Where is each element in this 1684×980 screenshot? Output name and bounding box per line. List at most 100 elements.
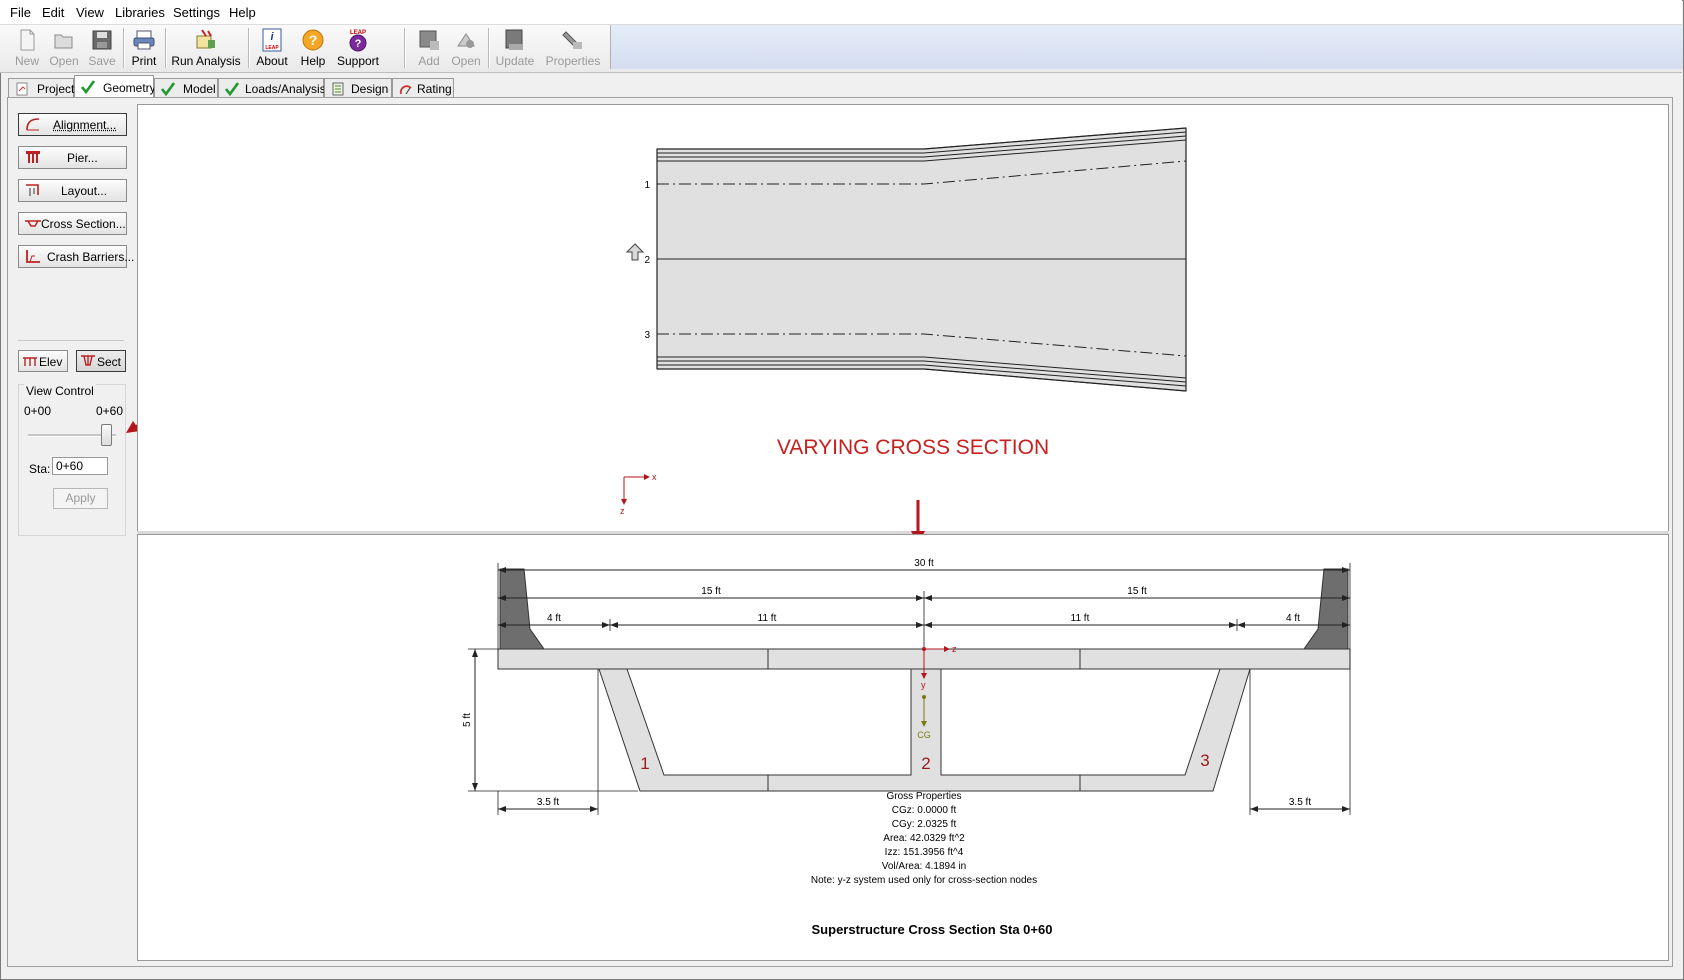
toolbar-separator xyxy=(165,28,167,68)
rating-gauge-icon xyxy=(399,85,412,95)
cross-section-panel[interactable]: 30 ft 15 ft 15 ft 4 ft 11 ft 11 ft 4 ft … xyxy=(137,534,1669,961)
section-axis-z-label: z xyxy=(952,644,957,654)
apply-button[interactable]: Apply xyxy=(53,488,108,509)
elevation-icon xyxy=(23,357,37,366)
crash-barriers-label: Crash Barriers... xyxy=(47,250,135,264)
menu-settings[interactable]: Settings xyxy=(173,5,220,20)
plan-view-drawing: 1 2 3 VARYING CROSS SECTION x z xyxy=(620,127,1187,516)
run-analysis-label: Run Analysis xyxy=(171,54,241,68)
dim-right-overhang-label: 4 ft xyxy=(1286,613,1300,624)
new-label: New xyxy=(14,54,39,68)
svg-text:?: ? xyxy=(309,32,318,48)
help-button[interactable]: ? Help xyxy=(296,26,330,70)
gross-properties-block: Gross Properties CGz: 0.0000 ft CGy: 2.0… xyxy=(811,791,1037,886)
tab-rating[interactable]: Rating xyxy=(392,78,454,97)
update-button[interactable]: Update xyxy=(492,26,538,70)
update-label: Update xyxy=(495,54,535,68)
about-label: About xyxy=(256,54,288,68)
pier-label: Pier... xyxy=(67,151,98,165)
property-izz: Izz: 151.3956 ft^4 xyxy=(885,847,964,858)
layout-label: Layout... xyxy=(61,184,108,198)
about-button[interactable]: i LEAP About xyxy=(252,26,292,70)
open2-label: Open xyxy=(451,54,481,68)
design-icon xyxy=(332,82,344,96)
dim-half-left-label: 15 ft xyxy=(701,586,721,597)
tab-loads-analysis-label: Loads/Analysis xyxy=(245,82,326,96)
plan-view-title: VARYING CROSS SECTION xyxy=(777,436,1049,459)
menu-bar: File Edit View Libraries Settings Help xyxy=(0,0,1682,25)
add-button[interactable]: Add xyxy=(412,26,446,70)
station-max-label: 0+60 xyxy=(96,404,124,418)
layout-button[interactable]: Layout... xyxy=(18,179,127,202)
property-cgz: CGz: 0.0000 ft xyxy=(892,805,957,816)
menu-file[interactable]: File xyxy=(10,5,31,20)
dim-bottom-right-label: 3.5 ft xyxy=(1289,797,1311,808)
station-input[interactable] xyxy=(52,457,108,475)
run-analysis-button[interactable]: Run Analysis xyxy=(168,26,244,70)
properties-label: Properties xyxy=(545,54,601,68)
dim-left-lane-label: 11 ft xyxy=(758,613,777,624)
toolbar: New Open Save Print Run Analysis i LEAP A… xyxy=(0,25,1683,73)
toolbar-separator xyxy=(123,28,125,68)
alignment-button[interactable]: Alignment... xyxy=(18,113,127,136)
cross-section-button[interactable]: Cross Section... xyxy=(18,212,127,235)
support-label: Support xyxy=(336,54,380,68)
run-analysis-icon xyxy=(196,29,215,49)
section-caption: Superstructure Cross Section Sta 0+60 xyxy=(812,922,1053,937)
girder-label-1: 1 xyxy=(644,180,650,191)
check-icon xyxy=(161,82,175,96)
properties-heading: Gross Properties xyxy=(886,791,961,802)
plan-view-panel[interactable]: 1 2 3 VARYING CROSS SECTION x z xyxy=(137,104,1669,533)
section-view-button[interactable]: Sect xyxy=(76,350,126,372)
elevation-view-button[interactable]: Elev xyxy=(18,350,68,372)
save-disk-icon xyxy=(92,30,112,50)
section-icon xyxy=(81,355,95,366)
menu-libraries[interactable]: Libraries xyxy=(115,5,165,20)
dim-left-overhang-label: 4 ft xyxy=(547,613,561,624)
tab-loads-analysis[interactable]: Loads/Analysis xyxy=(218,78,326,97)
tab-bar: Project Geometry Model Loads/Analysis De… xyxy=(0,73,1682,98)
support-button[interactable]: LEAP? Support xyxy=(334,26,382,70)
alignment-label: Alignment... xyxy=(53,118,117,132)
menu-help[interactable]: Help xyxy=(229,5,256,20)
menu-edit[interactable]: Edit xyxy=(42,5,64,20)
tab-rating-label: Rating xyxy=(417,82,452,96)
print-button[interactable]: Print xyxy=(126,26,162,70)
check-icon xyxy=(81,80,95,94)
axis-z-label: z xyxy=(620,506,625,516)
add-label: Add xyxy=(418,54,440,68)
web-label-2: 2 xyxy=(921,754,930,773)
crash-barriers-button[interactable]: Crash Barriers... xyxy=(18,245,134,268)
station-slider-thumb[interactable] xyxy=(101,424,112,446)
add-icon xyxy=(419,30,439,50)
save-button[interactable]: Save xyxy=(84,26,120,70)
layout-icon xyxy=(26,184,39,196)
pier-button[interactable]: Pier... xyxy=(18,146,127,169)
toolbar-separator xyxy=(404,28,406,68)
open2-button[interactable]: Open xyxy=(448,26,484,70)
tab-design-label: Design xyxy=(351,82,389,96)
sidebar-divider xyxy=(18,340,124,341)
properties-button[interactable]: Properties xyxy=(544,26,602,70)
open-button[interactable]: Open xyxy=(46,26,82,70)
tab-model[interactable]: Model xyxy=(154,78,218,97)
tab-project[interactable]: Project xyxy=(8,78,74,97)
open-tool-icon xyxy=(457,33,475,48)
menu-view[interactable]: View xyxy=(76,5,104,20)
save-label: Save xyxy=(88,54,116,68)
axis-x-label: x xyxy=(652,472,657,482)
tab-model-label: Model xyxy=(183,82,216,96)
print-label: Print xyxy=(131,54,157,68)
station-min-label: 0+00 xyxy=(24,404,52,418)
update-icon xyxy=(505,29,523,50)
section-axis-y-label: y xyxy=(921,680,926,690)
about-badge-text: LEAP xyxy=(265,45,279,51)
elev-label: Elev xyxy=(39,355,63,369)
dim-half-right-label: 15 ft xyxy=(1127,586,1147,597)
new-button[interactable]: New xyxy=(10,26,44,70)
tab-design[interactable]: Design xyxy=(324,78,392,97)
alignment-icon xyxy=(26,118,40,131)
tab-geometry[interactable]: Geometry xyxy=(74,75,156,98)
sect-label: Sect xyxy=(97,355,122,369)
cross-section-drawing: 30 ft 15 ft 15 ft 4 ft 11 ft 11 ft 4 ft … xyxy=(462,558,1351,937)
